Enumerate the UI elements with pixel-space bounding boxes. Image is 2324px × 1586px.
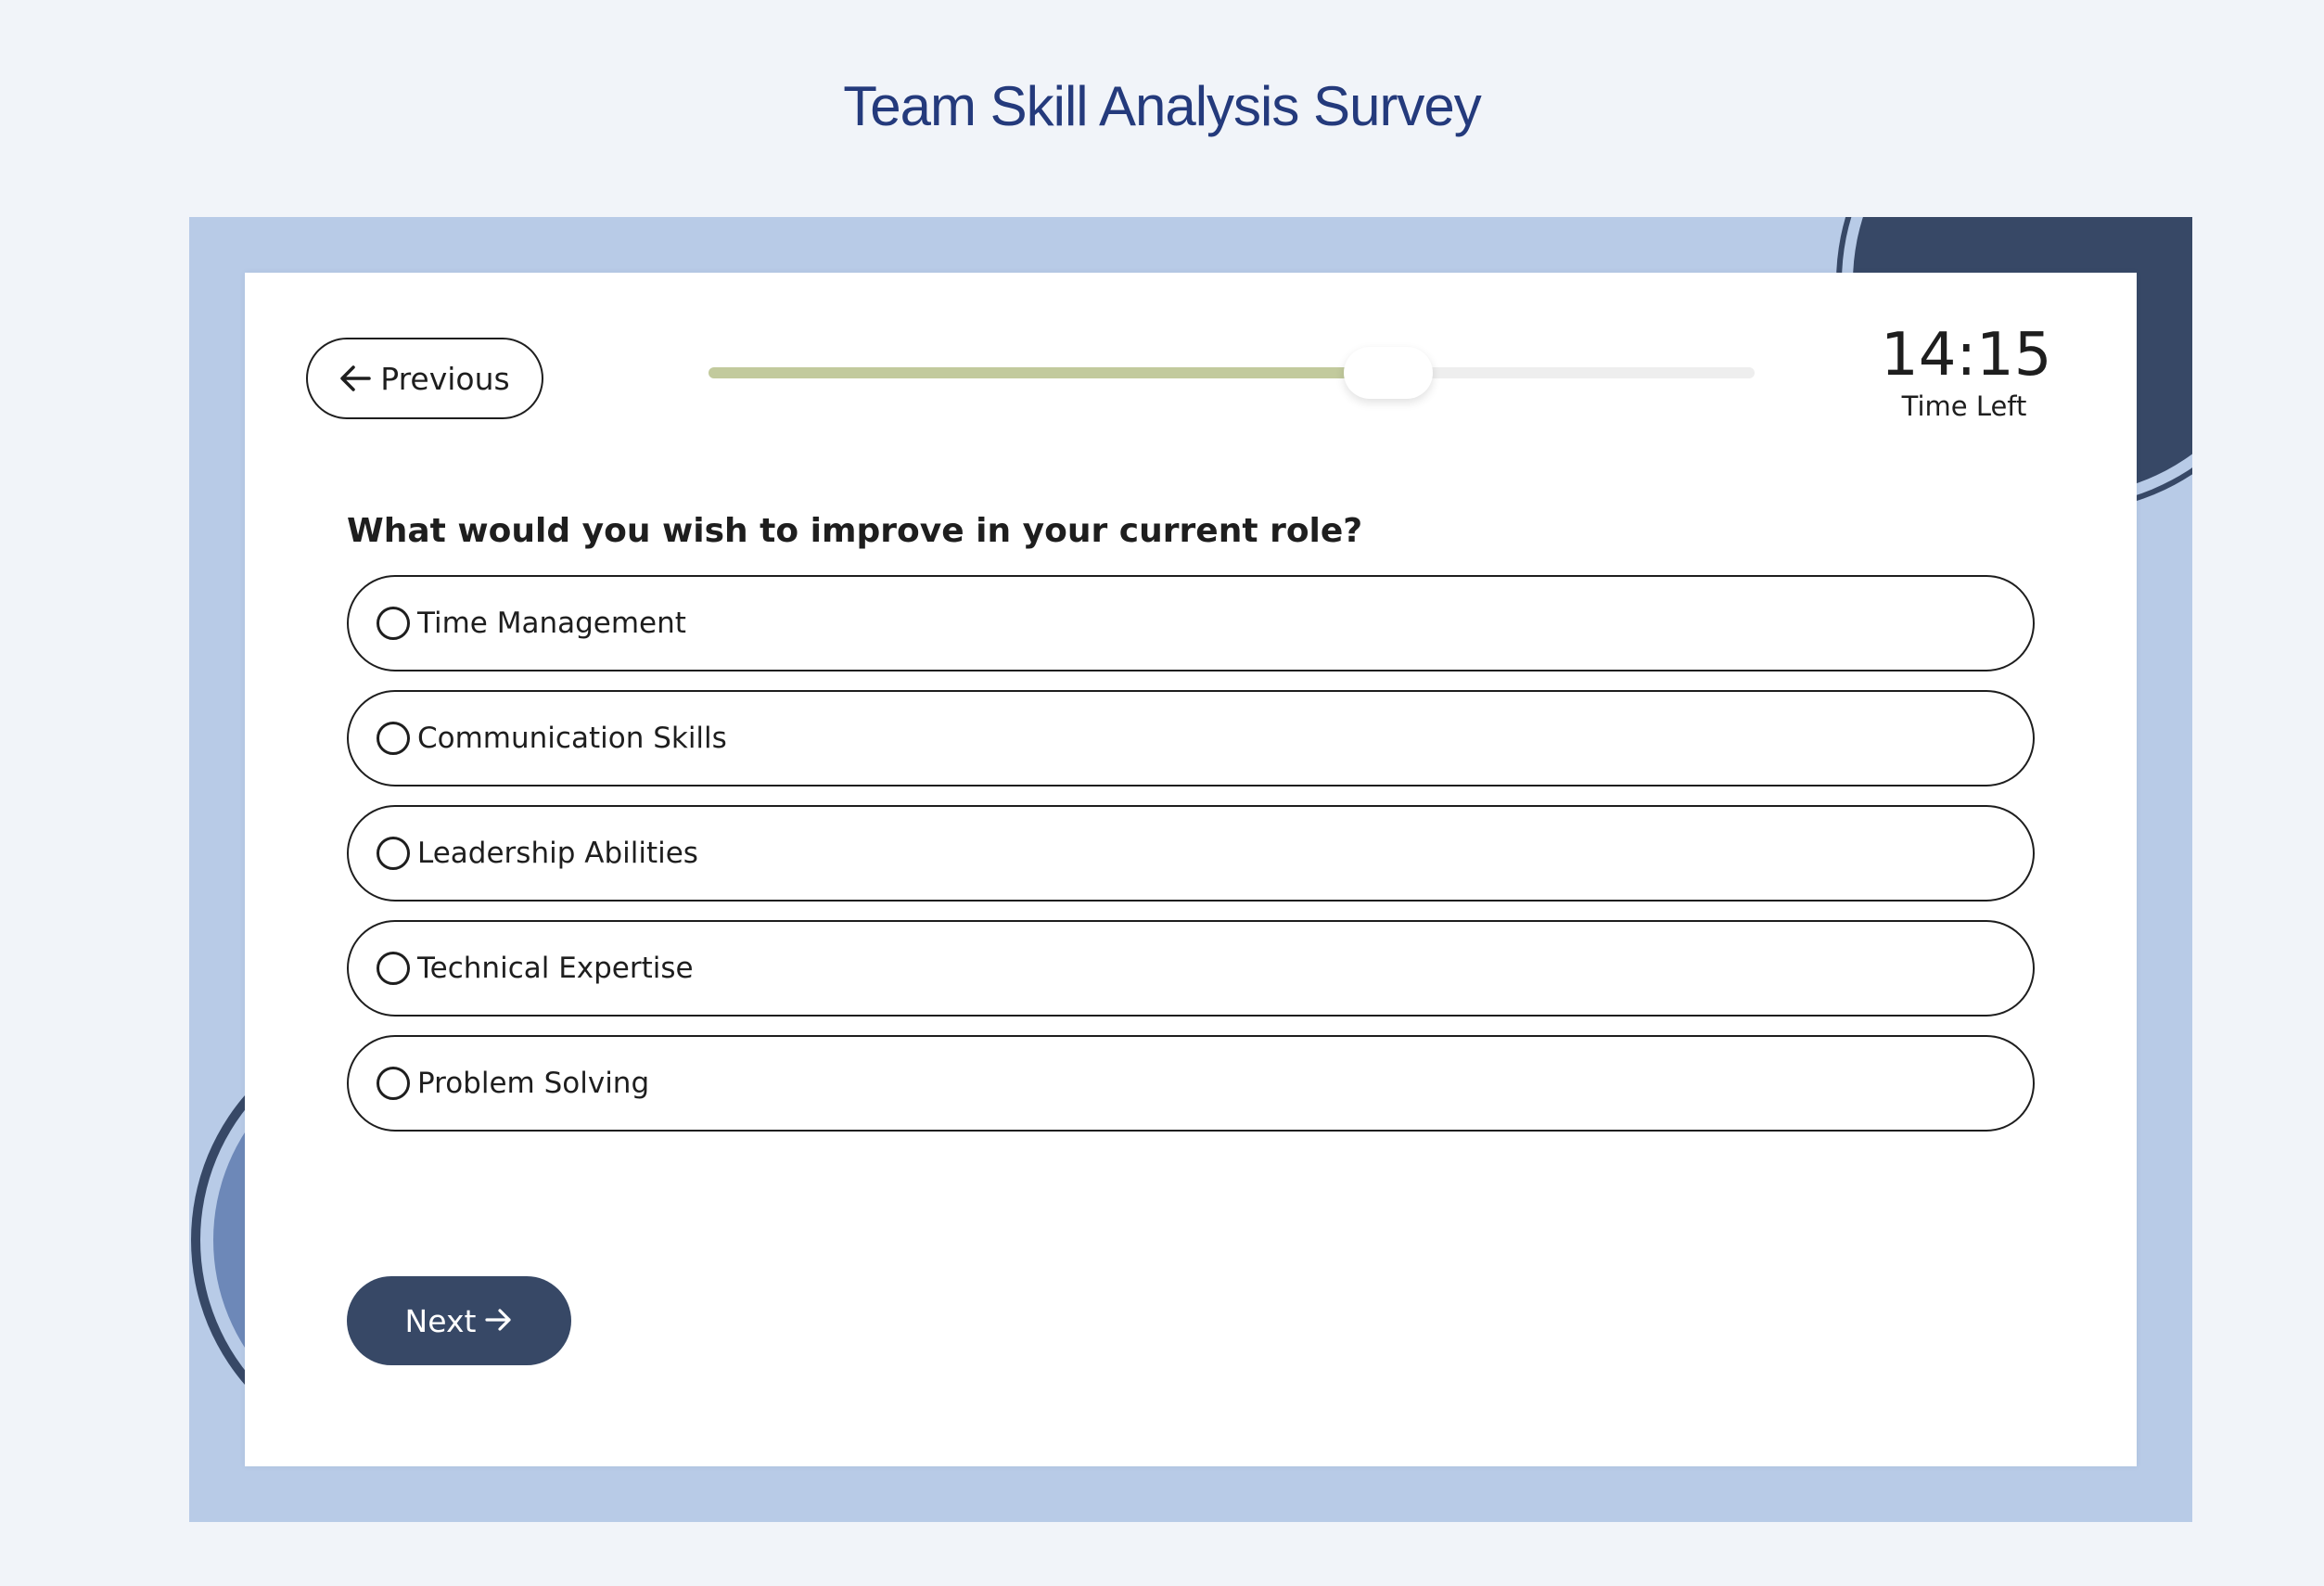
previous-button[interactable]: Previous — [306, 338, 543, 419]
option-technical-expertise[interactable]: Technical Expertise — [347, 920, 2035, 1017]
next-button-label: Next — [404, 1302, 477, 1339]
radio-unchecked-icon[interactable] — [377, 1067, 410, 1100]
option-label: Technical Expertise — [417, 952, 694, 985]
page-title: Team Skill Analysis Survey — [843, 75, 1482, 137]
timer-label: Time Left — [1901, 390, 2027, 422]
radio-unchecked-icon[interactable] — [377, 722, 410, 755]
next-button[interactable]: Next — [347, 1276, 571, 1365]
progress-thumb[interactable] — [1344, 347, 1434, 399]
option-time-management[interactable]: Time Management — [347, 575, 2035, 671]
option-leadership-abilities[interactable]: Leadership Abilities — [347, 805, 2035, 902]
answer-options: Time Management Communication Skills Lea… — [347, 575, 2035, 1150]
survey-card: Previous 14:15 Time Left What would you … — [245, 273, 2137, 1466]
option-communication-skills[interactable]: Communication Skills — [347, 690, 2035, 787]
radio-unchecked-icon[interactable] — [377, 607, 410, 640]
option-problem-solving[interactable]: Problem Solving — [347, 1035, 2035, 1132]
timer-value: 14:15 — [1881, 321, 2052, 390]
option-label: Time Management — [417, 607, 686, 640]
option-label: Leadership Abilities — [417, 837, 698, 870]
arrow-right-icon — [485, 1303, 513, 1339]
timer: 14:15 Time Left — [1881, 321, 2052, 423]
progress-fill — [709, 367, 1389, 378]
radio-unchecked-icon[interactable] — [377, 952, 410, 985]
question-text: What would you wish to improve in your c… — [347, 512, 1363, 550]
arrow-left-icon — [339, 365, 372, 392]
previous-button-label: Previous — [380, 360, 510, 397]
option-label: Problem Solving — [417, 1067, 650, 1100]
radio-unchecked-icon[interactable] — [377, 837, 410, 870]
option-label: Communication Skills — [417, 722, 727, 755]
progress-slider[interactable] — [709, 347, 1755, 399]
